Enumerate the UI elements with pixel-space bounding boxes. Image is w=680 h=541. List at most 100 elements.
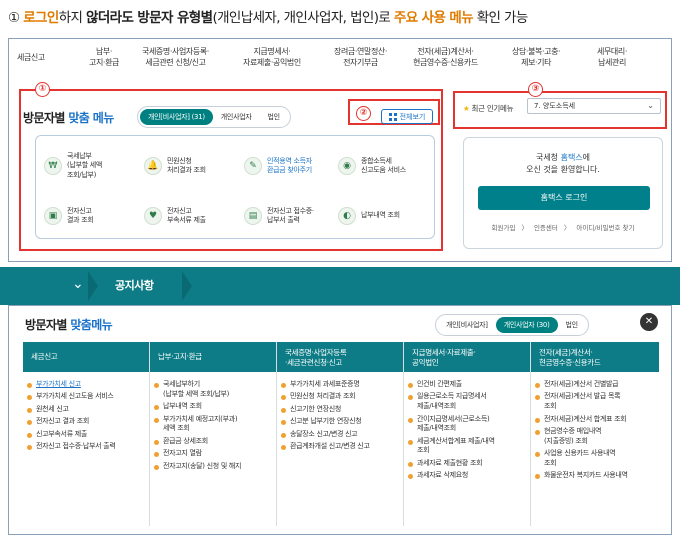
list-item[interactable]: 일용근로소득 지급명세서 제출/내역조회 [408,392,495,411]
list-item[interactable]: 세금계산서합계표 제출/내역 조회 [408,437,495,456]
category-header-tax-return: 세금신고 [23,342,149,372]
popular-menu-label: ★ 최근 인기메뉴 [463,104,514,113]
list-item[interactable]: 민원신청 처리결과 조회 [281,392,370,402]
list-item[interactable]: 전자(세금)계산서 발급 목록 조회 [535,392,628,411]
menu-tax-payment[interactable]: ₩ 국세납부 (납부할 세액 조회/납부) [44,146,140,186]
menu-refund-find[interactable]: ✎ 인적용역 소득자 환급금 찾아주기 [244,146,340,186]
list-item[interactable]: 환급금 상세조회 [154,437,241,447]
visitor-menu-title: 방문자별 맞춤 메뉴 [23,111,114,125]
gnb-item-invoice[interactable]: 전자(세금)계산서· 현금영수증·신용카드 [413,47,478,69]
list-item[interactable]: 화물운전자 복지카드 사용내역 [535,471,628,481]
list-item[interactable]: 간이지급명세서(근로소득) 제출/내역조회 [408,415,495,434]
list-item[interactable]: 송달장소 신고/변경 신고 [281,430,370,440]
help-icon: ◉ [338,157,356,175]
list-item[interactable]: 원천세 신고 [27,405,115,415]
list-item[interactable]: 전자고지 열람 [154,449,241,459]
heading-emphasis: 않더라도 방문자 유형별 [86,10,213,26]
gnb-item-certificate[interactable]: 국세증명·사업자등록· 세금관련 신청/신고 [142,47,209,69]
coin-icon: ₩ [44,157,62,175]
signup-link[interactable]: 회원가입 [492,224,516,232]
gnb-item-incentive[interactable]: 장려금·연말정산· 전자기부금 [334,47,387,69]
list-item[interactable]: 전자고지(송달) 신청 및 해지 [154,462,241,472]
menu-income-help[interactable]: ◉ 종합소득세 신고도움 서비스 [338,146,434,186]
bell-icon: 🔔 [144,157,162,175]
gnb-item-payment[interactable]: 납부· 고지·환급 [89,47,119,69]
hometax-login-button[interactable]: 홈택스 로그인 [478,186,650,210]
menu-receipt-print[interactable]: ▤ 전자신고 접수증· 납부서 출력 [244,196,340,236]
list-item[interactable]: 과세자료 삭제요청 [408,471,495,481]
tab-business[interactable]: 개인사업자 (30) [495,317,558,333]
divider-arrow [88,271,98,301]
callout-number-2: ② [356,106,371,121]
chevron-down-icon[interactable]: ⌄ [72,276,84,292]
list-item[interactable]: 전자신고 결과 조회 [27,417,115,427]
category-header-statement: 지급명세서·자료제출· 공익법인 [404,342,530,372]
heading-text: 하지 [58,10,87,26]
gnb-item-agent[interactable]: 세무대리· 납세관리 [597,47,627,69]
chart-icon: ◐ [338,207,356,225]
menu-civil-result[interactable]: 🔔 민원신청 처리결과 조회 [144,146,240,186]
list-item[interactable]: 신고기한 연장신청 [281,405,370,415]
list-item[interactable]: 국세납부하기 (납부할 세액 조회/납부) [154,380,241,399]
gnb-item-consult[interactable]: 상담·불복·고충· 제보·기타 [512,47,561,69]
close-icon[interactable]: ✕ [640,313,658,331]
full-menu-title: 방문자별 맞춤메뉴 [25,318,113,332]
list-item[interactable]: 사업용 신용카드 사용내역 조회 [535,449,628,468]
list-item[interactable]: 신고부속서류 제출 [27,430,115,440]
list-item[interactable]: 납부내역 조회 [154,402,241,412]
column-divider [530,342,531,526]
heading-number: ① [8,10,20,26]
list-item[interactable]: 전자(세금)계산서 합계표 조회 [535,415,628,425]
tab-corporation[interactable]: 법인 [260,109,288,125]
popular-menu-select[interactable]: 7. 양도소득세 ⌄ [527,98,661,114]
find-id-link[interactable]: 아이디/비밀번호 찾기 [576,224,634,232]
list-item[interactable]: 부가가치세 신고 [27,380,115,390]
list-item[interactable]: 부가가치세 예정고지(부과) 세액 조회 [154,415,241,434]
list-item[interactable]: 전자(세금)계산서 건별발급 [535,380,628,390]
category-header-invoice: 전자(세금)계산서· 현금영수증·신용카드 [531,342,659,372]
heading-types: (개인납세자, 개인사업자, 법인)로 [212,10,394,26]
tab-corporation[interactable]: 법인 [558,317,586,333]
category-header-payment: 납부·고지·환급 [150,342,276,372]
login-box: 국세청 홈택스에 오신 것을 환영합니다. 홈택스 로그인 회원가입 〉 인증센터 〉… [463,137,663,249]
menu-payment-history[interactable]: ◐ 납부내역 조회 [338,196,434,236]
hometax-main-panel: 세금신고 납부· 고지·환급 국세증명·사업자등록· 세금관련 신청/신고 지급명세… [8,38,672,262]
menu-attachment-submit[interactable]: ♥ 전자신고 부속서류 제출 [144,196,240,236]
view-all-button[interactable]: 전체보기 [381,109,433,124]
list-item[interactable]: 인건비 간편제출 [408,380,495,390]
tab-individual[interactable]: 개인[비사업자] [438,317,496,333]
column-divider [276,342,277,526]
visitor-menu-grid: ₩ 국세납부 (납부할 세액 조회/납부) 🔔 민원신청 처리결과 조회 ✎ 인적용역… [35,135,435,239]
separator-icon: 〉 [563,224,571,232]
list-item[interactable]: 부가가치세 과세표준증명 [281,380,370,390]
tab-individual[interactable]: 개인[비사업자] (31) [140,109,213,125]
full-menu-panel: 방문자별 맞춤메뉴 개인[비사업자] 개인사업자 (30) 법인 ✕ 세금신고 … [8,305,672,535]
welcome-message: 국세청 홈택스에 오신 것을 환영합니다. [526,153,600,174]
menu-e-filing-result[interactable]: ▣ 전자신고 결과 조회 [44,196,140,236]
heading-caption: ① 로그인하지 않더라도 방문자 유형별(개인납세자, 개인사업자, 법인)로 … [8,6,528,26]
list-item[interactable]: 과세자료 제출현황 조회 [408,459,495,469]
login-links: 회원가입 〉 인증센터 〉 아이디/비밀번호 찾기 [464,222,662,232]
chevron-down-icon: ⌄ [647,101,654,110]
menu-list-certificate: 부가가치세 과세표준증명 민원신청 처리결과 조회 신고기한 연장신청 신고분 … [281,380,370,455]
view-all-label: 전체보기 [399,112,426,121]
column-divider [403,342,404,526]
heart-icon: ♥ [144,207,162,225]
grid-icon [388,112,397,121]
menu-list-invoice: 전자(세금)계산서 건별발급 전자(세금)계산서 발급 목록 조회 전자(세금)계… [535,380,628,484]
list-item[interactable]: 신고분 납부기한 연장신청 [281,417,370,427]
gnb-item-tax-return[interactable]: 세금신고 [17,53,45,64]
list-item[interactable]: 환급계좌개설 신고/변경 신고 [281,442,370,452]
list-item[interactable]: 전자신고 접수증·납부서 출력 [27,442,116,452]
menu-list-tax-return: 부가가치세 신고 부가가치세 신고도움 서비스 원천세 신고 전자신고 결과 조… [27,380,116,455]
callout-number-1: ① [35,82,50,97]
list-item[interactable]: 부가가치세 신고도움 서비스 [27,392,115,402]
gnb-item-statement[interactable]: 지급명세서· 자료제출·공익법인 [243,47,301,69]
full-menu-tabs: 개인[비사업자] 개인사업자 (30) 법인 [435,314,589,336]
category-header-certificate: 국세증명·사업자등록 ·세금관련신청·신고 [277,342,403,372]
menu-list-payment: 국세납부하기 (납부할 세액 조회/납부) 납부내역 조회 부가가치세 예정고지(… [154,380,241,474]
cert-center-link[interactable]: 인증센터 [534,224,558,232]
list-item[interactable]: 현금영수증 매입내역 (지출증빙) 조회 [535,427,628,446]
tab-business[interactable]: 개인사업자 [213,109,260,125]
notice-link[interactable]: 공지사항 [115,277,154,293]
